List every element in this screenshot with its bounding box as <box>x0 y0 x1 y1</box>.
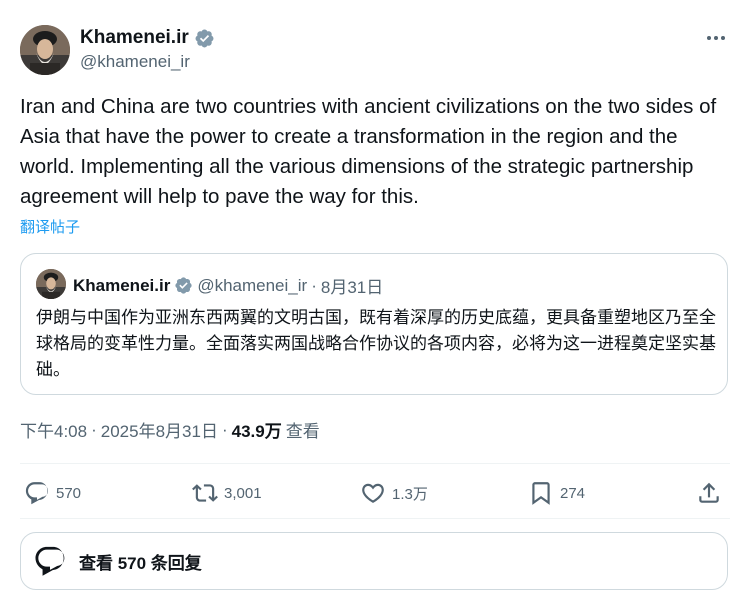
divider <box>20 518 730 519</box>
bookmark-button[interactable]: 274 <box>528 480 585 506</box>
views-label: 查看 <box>285 422 320 441</box>
separator-dot: · <box>221 419 228 439</box>
quoted-author-avatar <box>36 269 66 299</box>
tweet-meta: 下午4:08 · 2025年8月31日 · 43.9万 查看 <box>20 417 320 442</box>
reply-count: 570 <box>56 484 82 502</box>
view-replies-button[interactable]: 查看 570 条回复 <box>20 532 728 590</box>
repost-count: 3,001 <box>224 484 262 502</box>
like-icon <box>362 483 384 503</box>
repost-button[interactable]: 3,001 <box>192 480 262 506</box>
reply-icon <box>25 482 48 505</box>
quoted-author-handle: @khamenei_ir <box>197 275 308 295</box>
separator-dot: · <box>311 275 317 295</box>
post-date[interactable]: 2025年8月31日 <box>101 417 218 442</box>
verified-badge-icon <box>174 276 193 295</box>
author-avatar[interactable] <box>20 25 70 75</box>
bookmark-count: 274 <box>560 484 586 502</box>
action-bar: 570 3,001 1.3万 274 <box>0 468 750 518</box>
like-button[interactable]: 1.3万 <box>360 480 428 506</box>
separator-dot: · <box>91 419 97 439</box>
translate-post-link[interactable]: 翻译帖子 <box>20 216 80 237</box>
tweet-text: Iran and China are two countries with an… <box>20 95 717 208</box>
author-name[interactable]: Khamenei.ir <box>80 27 189 49</box>
reply-button[interactable]: 570 <box>24 480 81 506</box>
share-button[interactable] <box>696 480 722 506</box>
quoted-date: 8月31日 <box>320 278 384 297</box>
divider <box>20 463 730 464</box>
repost-icon <box>192 484 218 502</box>
author-name-row: Khamenei.ir <box>80 27 215 49</box>
post-time[interactable]: 下午4:08 <box>20 417 87 442</box>
author-handle[interactable]: @khamenei_ir <box>80 52 190 72</box>
replies-bubble-icon <box>35 546 65 576</box>
quoted-text: 伊朗与中国作为亚洲东西两翼的文明古国，既有着深厚的历史底蕴，更具备重塑地区乃至全… <box>36 308 716 379</box>
view-replies-label: 查看 570 条回复 <box>79 553 202 573</box>
quoted-author-name: Khamenei.ir <box>73 275 171 295</box>
verified-badge-icon[interactable] <box>194 28 215 49</box>
like-count: 1.3万 <box>392 485 428 503</box>
quoted-header: Khamenei.ir @khamenei_ir · 8月31日 <box>73 273 383 298</box>
share-icon <box>699 482 719 503</box>
more-icon[interactable] <box>703 26 729 50</box>
bookmark-icon <box>532 482 550 505</box>
quoted-tweet[interactable]: Khamenei.ir @khamenei_ir · 8月31日 伊朗与中国作为… <box>20 253 728 395</box>
views-count: 43.9万 <box>231 422 282 441</box>
